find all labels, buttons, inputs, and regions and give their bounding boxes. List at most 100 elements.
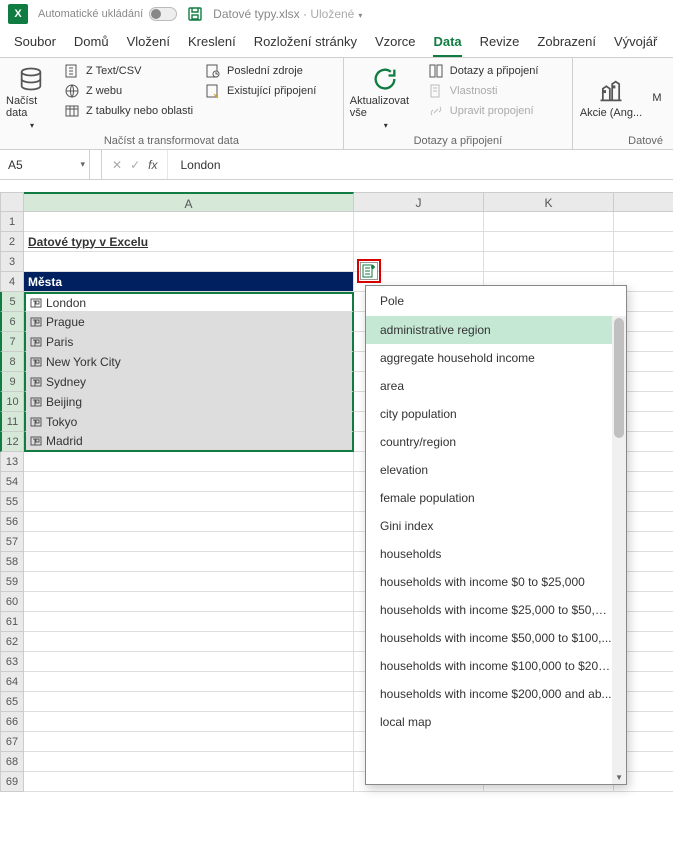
cell[interactable]: [24, 512, 354, 532]
fx-icon[interactable]: fx: [148, 158, 157, 172]
cell[interactable]: London: [24, 292, 354, 312]
tab-rozložení stránky[interactable]: Rozložení stránky: [254, 34, 357, 57]
cell[interactable]: Madrid: [24, 432, 354, 452]
cell[interactable]: Tokyo: [24, 412, 354, 432]
tab-soubor[interactable]: Soubor: [14, 34, 56, 57]
cell[interactable]: [24, 692, 354, 712]
cell[interactable]: [24, 212, 354, 232]
column-header[interactable]: J: [354, 192, 484, 212]
row-header[interactable]: 11: [0, 412, 24, 432]
tab-domů[interactable]: Domů: [74, 34, 109, 57]
row-header[interactable]: 2: [0, 232, 24, 252]
field-option[interactable]: Gini index: [366, 512, 626, 540]
row-header[interactable]: 69: [0, 772, 24, 792]
field-option[interactable]: households with income $200,000 and ab..…: [366, 680, 626, 708]
cell[interactable]: Beijing: [24, 392, 354, 412]
row-header[interactable]: 1: [0, 212, 24, 232]
scroll-down-icon[interactable]: ▼: [615, 773, 623, 782]
cell[interactable]: [614, 232, 673, 252]
insert-data-button[interactable]: [360, 262, 378, 280]
field-option[interactable]: elevation: [366, 456, 626, 484]
cell[interactable]: Datové typy v Excelu: [24, 232, 354, 252]
get-data-button[interactable]: Načíst data▾: [6, 62, 56, 133]
from-text-csv-button[interactable]: Z Text/CSV: [60, 62, 197, 80]
tab-kreslení[interactable]: Kreslení: [188, 34, 236, 57]
field-option[interactable]: area: [366, 372, 626, 400]
cell[interactable]: [24, 612, 354, 632]
row-header[interactable]: 7: [0, 332, 24, 352]
name-box[interactable]: A5▾: [0, 150, 90, 179]
tab-revize[interactable]: Revize: [480, 34, 520, 57]
cell[interactable]: [24, 772, 354, 792]
row-header[interactable]: 63: [0, 652, 24, 672]
row-header[interactable]: 55: [0, 492, 24, 512]
row-header[interactable]: 62: [0, 632, 24, 652]
scrollbar[interactable]: ▲ ▼: [612, 316, 626, 784]
cell[interactable]: [24, 532, 354, 552]
cell[interactable]: [24, 732, 354, 752]
cell[interactable]: [24, 472, 354, 492]
from-table-button[interactable]: Z tabulky nebo oblasti: [60, 102, 197, 120]
row-header[interactable]: 67: [0, 732, 24, 752]
queries-connections-button[interactable]: Dotazy a připojení: [424, 62, 543, 80]
row-header[interactable]: 3: [0, 252, 24, 272]
stocks-datatype-button[interactable]: Akcie (Ang...: [579, 77, 643, 119]
cell[interactable]: [614, 212, 673, 232]
row-header[interactable]: 68: [0, 752, 24, 772]
cell[interactable]: Prague: [24, 312, 354, 332]
cell[interactable]: [614, 252, 673, 272]
select-all-corner[interactable]: [0, 192, 24, 212]
row-header[interactable]: 58: [0, 552, 24, 572]
cell[interactable]: [24, 752, 354, 772]
field-option[interactable]: households with income $0 to $25,000: [366, 568, 626, 596]
row-header[interactable]: 57: [0, 532, 24, 552]
cell[interactable]: Města: [24, 272, 354, 292]
row-header[interactable]: 59: [0, 572, 24, 592]
cell[interactable]: [24, 632, 354, 652]
existing-connections-button[interactable]: Existující připojení: [201, 82, 320, 100]
row-header[interactable]: 61: [0, 612, 24, 632]
tab-vložení[interactable]: Vložení: [127, 34, 170, 57]
cell[interactable]: New York City: [24, 352, 354, 372]
cell[interactable]: [24, 492, 354, 512]
formula-input[interactable]: London: [168, 158, 673, 172]
column-header[interactable]: [614, 192, 673, 212]
tab-vzorce[interactable]: Vzorce: [375, 34, 415, 57]
cell[interactable]: [24, 552, 354, 572]
cell[interactable]: [24, 652, 354, 672]
toggle-off-icon[interactable]: [149, 7, 177, 21]
recent-sources-button[interactable]: Poslední zdroje: [201, 62, 320, 80]
column-header[interactable]: A: [24, 192, 354, 212]
scroll-thumb[interactable]: [614, 318, 624, 438]
row-header[interactable]: 9: [0, 372, 24, 392]
cell[interactable]: [24, 672, 354, 692]
row-header[interactable]: 8: [0, 352, 24, 372]
field-option[interactable]: city population: [366, 400, 626, 428]
cell[interactable]: [484, 232, 614, 252]
autosave-toggle[interactable]: Automatické ukládání: [38, 7, 177, 21]
tab-vývojář[interactable]: Vývojář: [614, 34, 657, 57]
from-web-button[interactable]: Z webu: [60, 82, 197, 100]
field-option[interactable]: local map: [366, 708, 626, 736]
field-option[interactable]: households with income $50,000 to $100,.…: [366, 624, 626, 652]
row-header[interactable]: 66: [0, 712, 24, 732]
field-option[interactable]: aggregate household income: [366, 344, 626, 372]
field-option[interactable]: country/region: [366, 428, 626, 456]
more-datatypes-button[interactable]: M: [647, 92, 667, 104]
cell[interactable]: Sydney: [24, 372, 354, 392]
cell[interactable]: [24, 452, 354, 472]
cell[interactable]: [484, 252, 614, 272]
tab-zobrazení[interactable]: Zobrazení: [537, 34, 596, 57]
refresh-all-button[interactable]: Aktualizovat vše▾: [350, 62, 420, 133]
row-header[interactable]: 56: [0, 512, 24, 532]
field-option[interactable]: households with income $25,000 to $50,00…: [366, 596, 626, 624]
cell[interactable]: [354, 212, 484, 232]
field-option[interactable]: administrative region: [366, 316, 626, 344]
row-header[interactable]: 13: [0, 452, 24, 472]
chevron-down-icon[interactable]: ▾: [80, 159, 85, 170]
row-header[interactable]: 54: [0, 472, 24, 492]
row-header[interactable]: 60: [0, 592, 24, 612]
row-header[interactable]: 10: [0, 392, 24, 412]
column-header[interactable]: K: [484, 192, 614, 212]
row-header[interactable]: 6: [0, 312, 24, 332]
